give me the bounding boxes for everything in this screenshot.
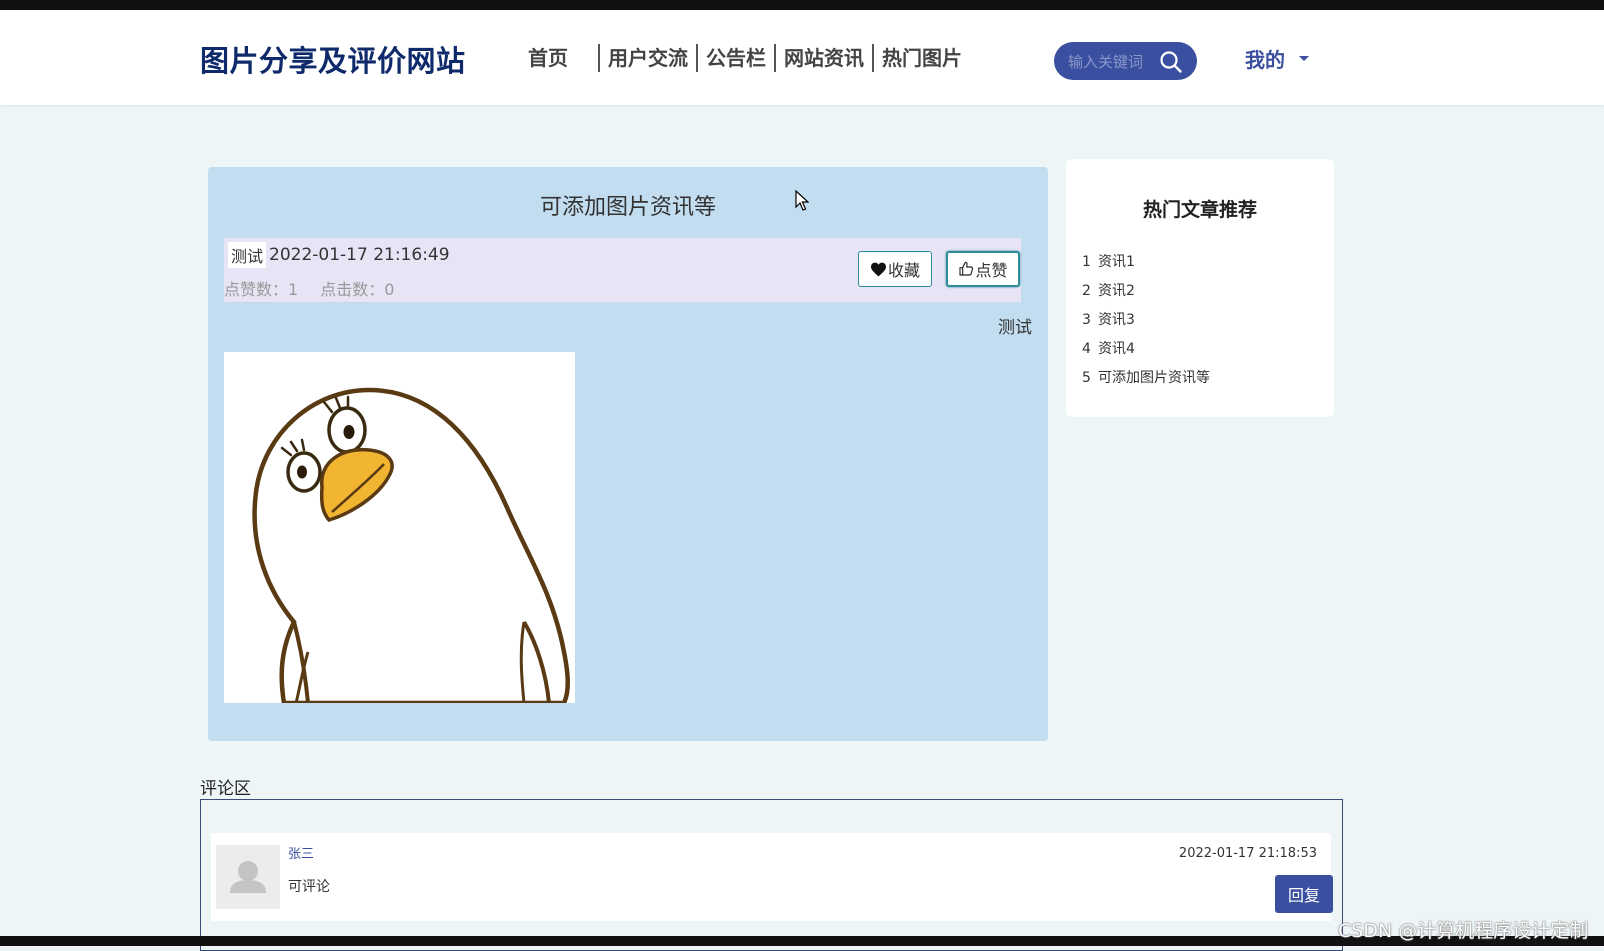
- favorite-label: 收藏: [887, 261, 920, 280]
- article-title: 可添加图片资讯等: [539, 195, 716, 220]
- like-button[interactable]: 点赞: [946, 251, 1020, 287]
- comments-section-label: 评论区: [200, 779, 251, 799]
- avatar: [216, 845, 280, 909]
- hot-article-item[interactable]: 4 资讯4: [1082, 338, 1210, 367]
- top-edge-bar: [0, 0, 1604, 10]
- search-box: [1054, 42, 1197, 80]
- like-count: 点赞数：1: [224, 280, 299, 299]
- favorite-button[interactable]: 收藏: [858, 251, 932, 287]
- click-count: 点击数：0: [320, 280, 395, 299]
- caret-down-icon: [1299, 56, 1309, 61]
- penguin-illustration-icon: [252, 387, 570, 703]
- search-input[interactable]: [1066, 50, 1162, 74]
- watermark: CSDN @计算机程序设计定制: [1338, 920, 1589, 942]
- comments-box: 张三 可评论 2022-01-17 21:18:53 回复: [200, 799, 1343, 951]
- comment-username[interactable]: 张三: [288, 843, 314, 862]
- hot-article-item[interactable]: 5 可添加图片资讯等: [1082, 367, 1210, 396]
- comment-item: 张三 可评论 2022-01-17 21:18:53 回复: [211, 833, 1333, 921]
- my-account-menu[interactable]: 我的: [1245, 44, 1309, 73]
- author-tag: 测试: [228, 242, 267, 268]
- heart-icon: [870, 262, 886, 276]
- hot-articles-panel: 热门文章推荐 1 资讯1 2 资讯2 3 资讯3 4 资讯4 5 可添加图片资讯等: [1066, 159, 1334, 417]
- nav-notice-board[interactable]: 公告栏: [696, 44, 774, 72]
- site-title[interactable]: 图片分享及评价网站: [200, 38, 466, 80]
- like-label: 点赞: [975, 261, 1008, 280]
- search-icon[interactable]: [1158, 49, 1184, 75]
- article-category: 测试: [998, 318, 1032, 338]
- main-nav: 首页 用户交流 公告栏 网站资讯 热门图片: [520, 44, 970, 72]
- my-account-label: 我的: [1245, 48, 1285, 72]
- article-image: [224, 352, 575, 703]
- comment-timestamp: 2022-01-17 21:18:53: [1178, 846, 1317, 861]
- hot-article-item[interactable]: 3 资讯3: [1082, 309, 1210, 338]
- article-stats: 点赞数：1 点击数：0: [224, 276, 394, 300]
- article-panel: 可添加图片资讯等 测试 2022-01-17 21:16:49 点赞数：1 点击数…: [208, 167, 1048, 741]
- hot-articles-title: 热门文章推荐: [1142, 199, 1257, 221]
- thumbs-up-icon: [959, 261, 974, 276]
- nav-site-news[interactable]: 网站资讯: [774, 44, 872, 72]
- nav-user-exchange[interactable]: 用户交流: [598, 44, 696, 72]
- hot-article-item[interactable]: 1 资讯1: [1082, 251, 1210, 280]
- user-placeholder-icon: [216, 845, 280, 909]
- article-meta-bar: 测试 2022-01-17 21:16:49 点赞数：1 点击数：0 收藏 点赞: [224, 238, 1021, 302]
- hot-article-item[interactable]: 2 资讯2: [1082, 280, 1210, 309]
- reply-button[interactable]: 回复: [1275, 875, 1333, 913]
- comment-text: 可评论: [288, 879, 330, 895]
- nav-home[interactable]: 首页: [520, 44, 576, 72]
- site-header: 图片分享及评价网站 首页 用户交流 公告栏 网站资讯 热门图片 我的: [0, 10, 1604, 105]
- hot-articles-list: 1 资讯1 2 资讯2 3 资讯3 4 资讯4 5 可添加图片资讯等: [1082, 251, 1210, 396]
- mouse-cursor-icon: [795, 190, 809, 211]
- article-date: 2022-01-17 21:16:49: [269, 245, 450, 265]
- nav-hot-images[interactable]: 热门图片: [872, 44, 970, 72]
